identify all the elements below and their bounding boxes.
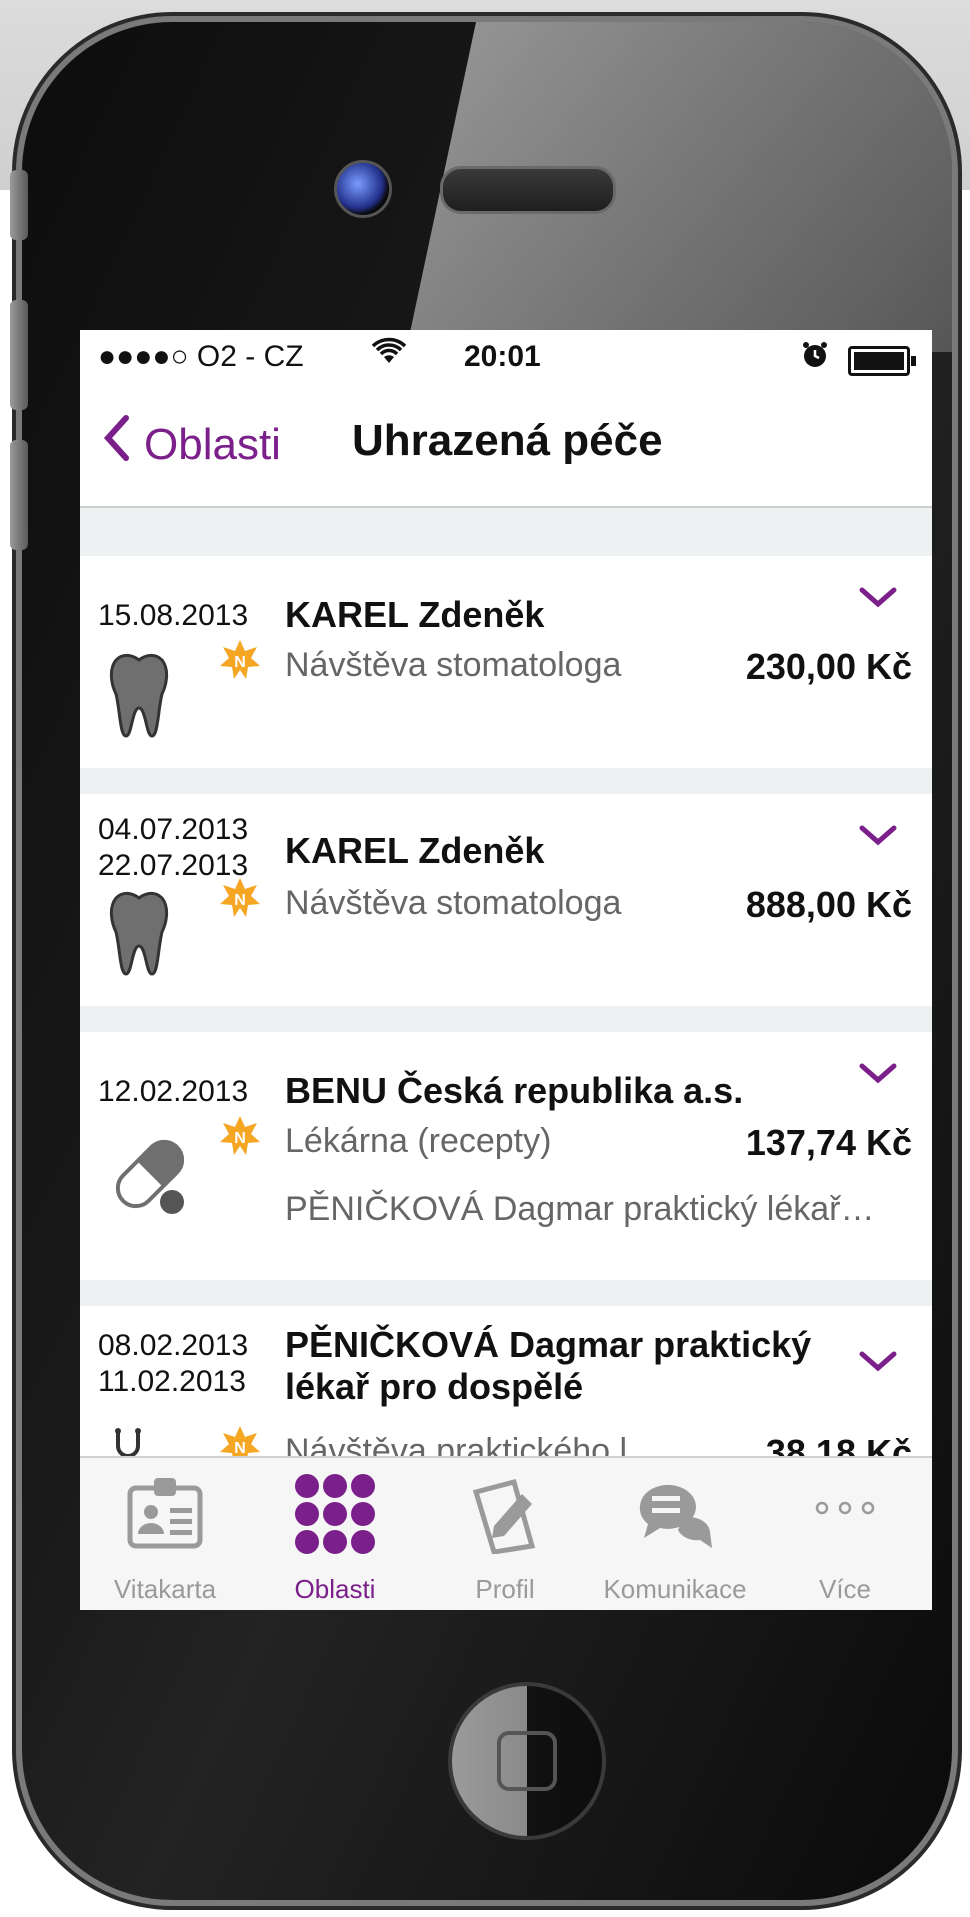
n-badge-icon: N bbox=[218, 876, 262, 925]
edit-document-icon bbox=[464, 1472, 546, 1559]
tab-vice[interactable]: Více bbox=[760, 1458, 930, 1610]
item-date: 15.08.2013 bbox=[98, 598, 248, 634]
item-date: 08.02.2013 11.02.2013 bbox=[98, 1328, 248, 1400]
chevron-down-icon[interactable] bbox=[858, 1350, 898, 1372]
item-provider: BENU Česká republika a.s. bbox=[285, 1070, 744, 1111]
alarm-icon bbox=[800, 340, 830, 378]
grid-dots-icon bbox=[293, 1472, 377, 1561]
status-bar: ●●●●○ O2 - CZ 20:01 bbox=[80, 330, 932, 386]
back-button-label: Oblasti bbox=[144, 419, 281, 469]
item-date-end: 11.02.2013 bbox=[98, 1365, 246, 1398]
home-square-icon bbox=[497, 1731, 557, 1791]
chevron-down-icon[interactable] bbox=[858, 824, 898, 846]
front-camera bbox=[334, 160, 392, 218]
navigation-bar: Oblasti Uhrazená péče bbox=[80, 386, 932, 508]
pill-icon bbox=[108, 1132, 192, 1221]
id-card-icon bbox=[124, 1472, 206, 1559]
badge-letter: N bbox=[234, 654, 246, 671]
carrier-signal: ●●●●○ O2 - CZ bbox=[98, 340, 304, 373]
phone-screen: ●●●●○ O2 - CZ 20:01 Oblasti Uhrazená péč… bbox=[80, 330, 932, 1610]
volume-up-button bbox=[10, 300, 28, 410]
chat-bubbles-icon bbox=[634, 1472, 716, 1559]
battery-icon bbox=[848, 346, 916, 376]
item-date-start: 15.08.2013 bbox=[98, 599, 249, 632]
item-date-start: 08.02.2013 bbox=[98, 1329, 249, 1362]
list-item[interactable]: 12.02.2013 BENU Česká republika a.s. N L… bbox=[80, 1032, 932, 1280]
earpiece-speaker bbox=[440, 166, 616, 214]
list-item[interactable]: 15.08.2013 KAREL Zdeněk N Návštěva stoma… bbox=[80, 556, 932, 768]
item-date: 12.02.2013 bbox=[98, 1074, 248, 1110]
volume-down-button bbox=[10, 440, 28, 550]
home-button[interactable] bbox=[448, 1682, 606, 1840]
back-button[interactable]: Oblasti bbox=[102, 414, 281, 475]
item-provider-line2: lékař pro dospělé bbox=[285, 1366, 584, 1407]
tab-bar: Vitakarta Oblasti Profil Komunikace Více bbox=[80, 1456, 932, 1610]
item-provider: KAREL Zdeněk bbox=[285, 830, 545, 871]
clock: 20:01 bbox=[464, 340, 541, 373]
tooth-icon bbox=[108, 888, 170, 983]
tab-label: Profil bbox=[475, 1574, 535, 1604]
item-provider: KAREL Zdeněk bbox=[285, 594, 545, 635]
mute-switch bbox=[10, 170, 28, 240]
tab-vitakarta[interactable]: Vitakarta bbox=[80, 1458, 250, 1610]
item-amount: 137,74 Kč bbox=[745, 1122, 912, 1163]
badge-letter: N bbox=[234, 1130, 246, 1147]
n-badge-icon: N bbox=[218, 638, 262, 687]
item-amount: 888,00 Kč bbox=[745, 884, 912, 925]
item-referrer: PĚNIČKOVÁ Dagmar praktický lékař… bbox=[285, 1190, 875, 1228]
item-service: Návštěva stomatologa bbox=[285, 884, 622, 922]
page-title: Uhrazená péče bbox=[352, 416, 663, 465]
item-date-start: 04.07.2013 bbox=[98, 813, 249, 846]
tab-komunikace[interactable]: Komunikace bbox=[590, 1458, 760, 1610]
tab-label: Oblasti bbox=[294, 1574, 376, 1604]
tab-label: Více bbox=[818, 1574, 872, 1604]
n-badge-icon: N bbox=[218, 1114, 262, 1163]
item-provider-line1: PĚNIČKOVÁ Dagmar praktický bbox=[285, 1324, 812, 1365]
chevron-down-icon[interactable] bbox=[858, 1062, 898, 1084]
item-date-start: 12.02.2013 bbox=[98, 1075, 249, 1108]
more-dots-icon bbox=[810, 1488, 880, 1533]
badge-letter: N bbox=[234, 892, 246, 909]
item-amount: 230,00 Kč bbox=[745, 646, 912, 687]
tab-label: Vitakarta bbox=[113, 1574, 217, 1604]
item-service: Návštěva stomatologa bbox=[285, 646, 622, 684]
tab-oblasti[interactable]: Oblasti bbox=[250, 1458, 420, 1610]
item-date: 04.07.2013 22.07.2013 bbox=[98, 812, 248, 884]
item-provider: PĚNIČKOVÁ Dagmar praktický lékař pro dos… bbox=[285, 1324, 811, 1408]
chevron-left-icon bbox=[102, 414, 132, 475]
tooth-icon bbox=[108, 650, 170, 745]
wifi-icon bbox=[371, 336, 407, 374]
tab-profil[interactable]: Profil bbox=[420, 1458, 590, 1610]
tab-label: Komunikace bbox=[603, 1574, 747, 1604]
badge-letter: N bbox=[234, 1440, 246, 1457]
item-service: Lékárna (recepty) bbox=[285, 1122, 552, 1160]
list-item[interactable]: 04.07.2013 22.07.2013 KAREL Zdeněk N Náv… bbox=[80, 794, 932, 1006]
chevron-down-icon[interactable] bbox=[858, 586, 898, 608]
